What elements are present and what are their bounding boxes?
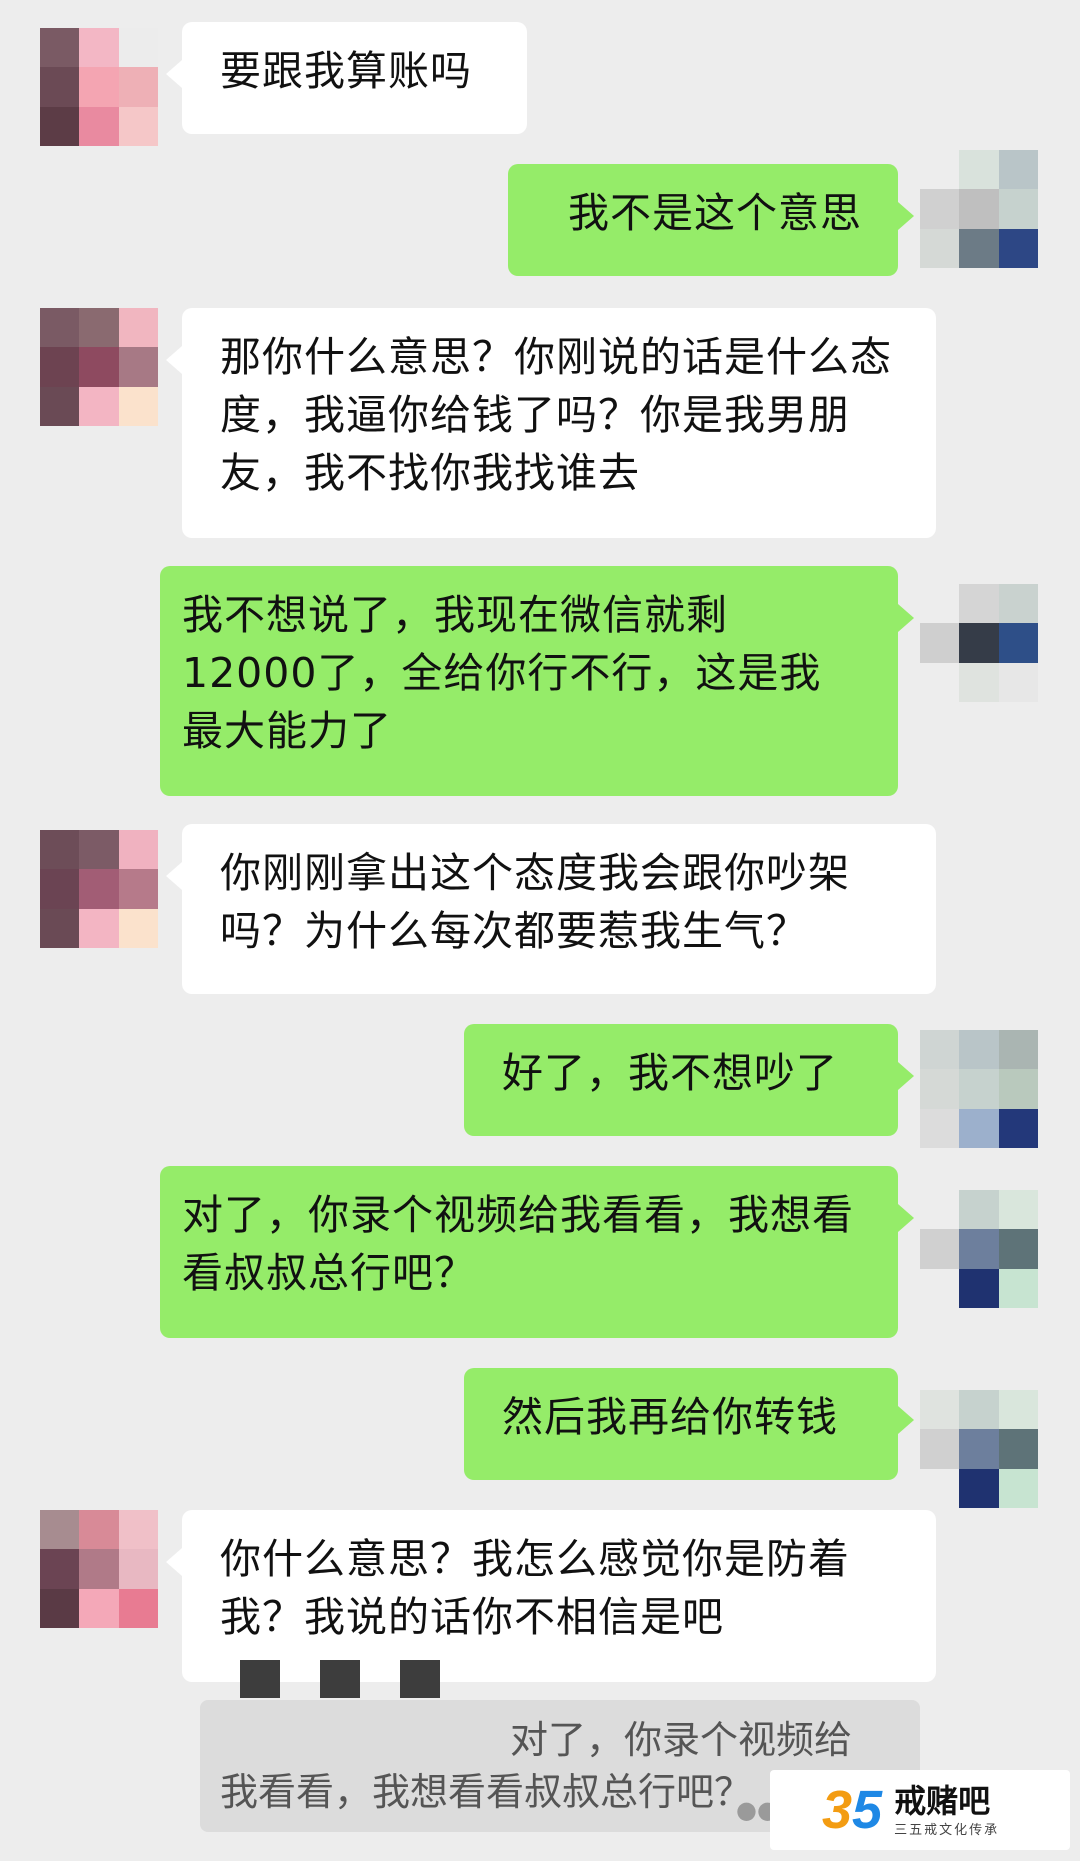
avatar-self[interactable] (920, 1190, 1038, 1308)
watermark-number-b: 5 (852, 1780, 883, 1840)
avatar-self[interactable] (920, 150, 1038, 268)
message-bubble-incoming[interactable]: 你刚刚拿出这个态度我会跟你吵架吗？为什么每次都要惹我生气？ (166, 824, 936, 994)
message-bubble-outgoing[interactable]: 然后我再给你转钱 (464, 1368, 914, 1480)
message-bubble-incoming[interactable]: 你什么意思？我怎么感觉你是防着我？我说的话你不相信是吧 (166, 1510, 936, 1682)
quote-line-1: 对了，你录个视频给 (510, 1718, 853, 1762)
redaction-block (400, 1660, 440, 1698)
avatar-self[interactable] (920, 1030, 1038, 1148)
message-bubble-outgoing[interactable]: 我不是这个意思 (508, 164, 914, 276)
wechat-icon: ●● (736, 1796, 778, 1824)
watermark-logo: 35 戒赌吧 三五戒文化传承 (770, 1770, 1070, 1850)
quote-line-2: 我看看，我想看看叔叔总行吧？ (220, 1770, 753, 1814)
avatar-contact[interactable] (40, 28, 158, 146)
message-bubble-incoming[interactable]: 要跟我算账吗 (166, 22, 527, 134)
watermark-title: 戒赌吧 (894, 1781, 991, 1820)
message-bubble-incoming[interactable]: 那你什么意思？你刚说的话是什么态度，我逼你给钱了吗？你是我男朋友，我不找你我找谁… (166, 308, 936, 538)
avatar-contact[interactable] (40, 830, 158, 948)
avatar-self[interactable] (920, 1390, 1038, 1508)
watermark-number-a: 3 (822, 1780, 853, 1840)
avatar-contact[interactable] (40, 1510, 158, 1628)
avatar-contact[interactable] (40, 308, 158, 426)
avatar-self[interactable] (920, 584, 1038, 702)
message-bubble-outgoing[interactable]: 我不想说了，我现在微信就剩12000了，全给你行不行，这是我最大能力了 (160, 566, 914, 796)
redaction-block (240, 1660, 280, 1698)
redaction-block (320, 1660, 360, 1698)
watermark-subtitle: 三五戒文化传承 (894, 1822, 1000, 1838)
message-bubble-outgoing[interactable]: 对了，你录个视频给我看看，我想看看叔叔总行吧？ (160, 1166, 914, 1338)
watermark-number: 35 (822, 1779, 882, 1841)
message-bubble-outgoing[interactable]: 好了，我不想吵了 (464, 1024, 914, 1136)
